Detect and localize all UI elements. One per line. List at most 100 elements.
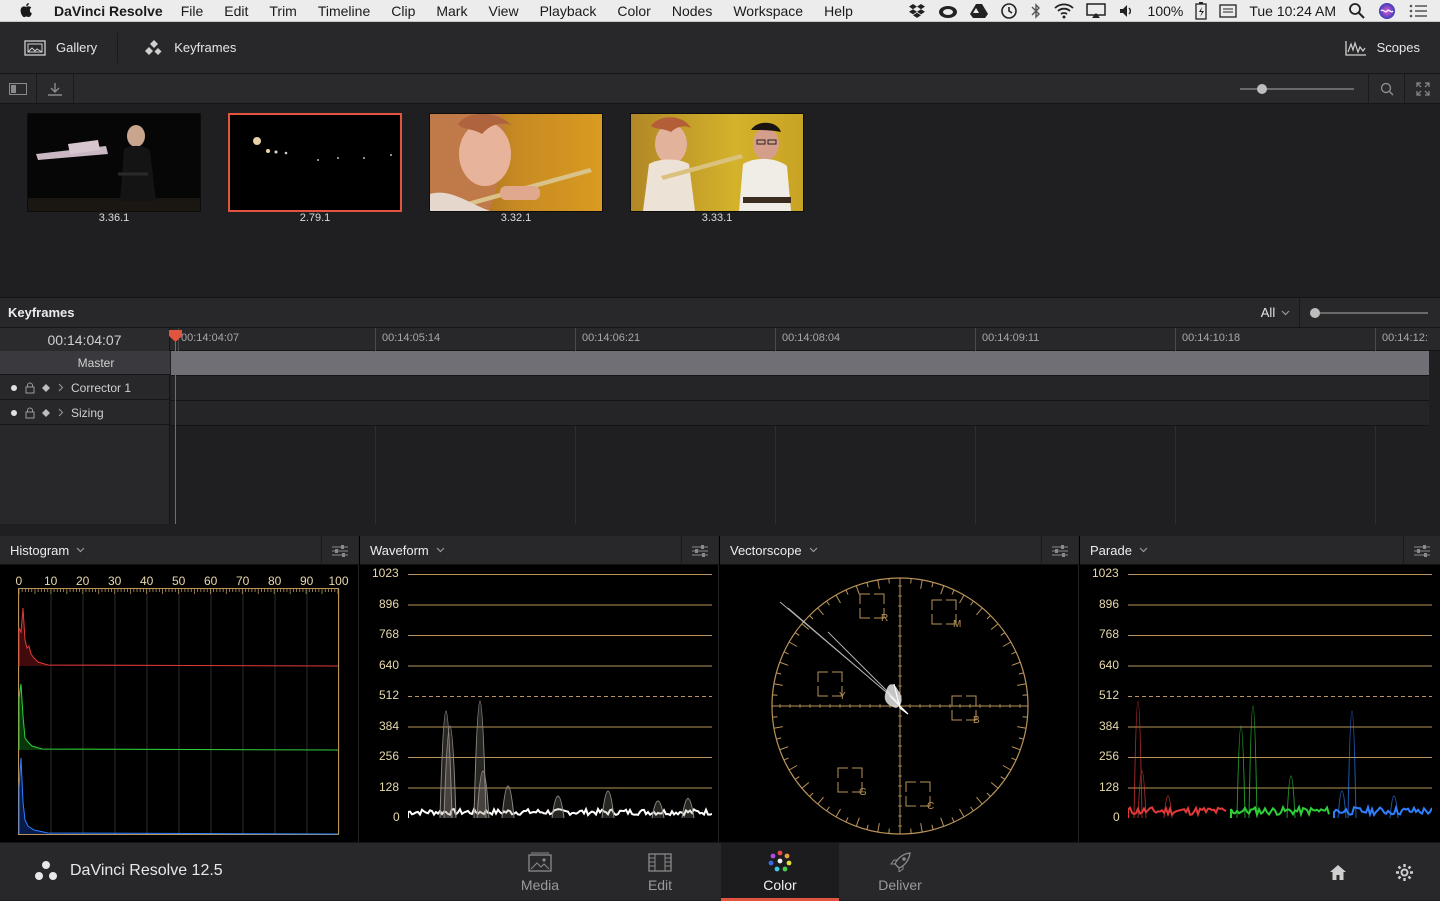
wifi-icon[interactable]	[1054, 3, 1074, 19]
page-tab-color[interactable]: Color	[721, 843, 839, 901]
notification-center-icon[interactable]	[1408, 3, 1428, 19]
settings-gear-icon[interactable]	[1395, 863, 1414, 882]
histogram-tick-label: 30	[108, 574, 121, 588]
waveform-title-dropdown[interactable]: Waveform	[370, 543, 445, 558]
keyframe-diamond-icon[interactable]	[42, 409, 50, 417]
still-thumbnail[interactable]	[27, 113, 201, 212]
still-thumbnail-selected[interactable]	[228, 113, 402, 212]
gallery-icon	[24, 40, 46, 56]
vectorscope-title-dropdown[interactable]: Vectorscope	[730, 543, 818, 558]
menu-playback[interactable]: Playback	[540, 3, 597, 19]
track-enable-dot-icon[interactable]	[11, 410, 17, 416]
vectorscope-tick	[867, 582, 868, 587]
menu-timeline[interactable]: Timeline	[318, 3, 370, 19]
page-tab-deliver[interactable]: Deliver	[841, 843, 959, 901]
gallery-expand-button[interactable]	[1404, 74, 1440, 103]
master-track-lane[interactable]	[171, 351, 1429, 376]
menu-help[interactable]: Help	[824, 3, 853, 19]
track-header-sizing[interactable]: Sizing	[0, 401, 170, 425]
airplay-icon[interactable]	[1086, 3, 1106, 19]
vectorscope-options-button[interactable]	[1041, 536, 1078, 565]
histogram-tick-label: 20	[76, 574, 89, 588]
menu-edit[interactable]: Edit	[224, 3, 248, 19]
gallery-search-button[interactable]	[1368, 74, 1404, 103]
histogram-tick-label: 100	[329, 574, 349, 588]
track-enable-dot-icon[interactable]	[11, 385, 17, 391]
keyframes-zoom-slider-knob[interactable]	[1310, 308, 1320, 318]
vectorscope-tick	[976, 797, 982, 804]
vectorscope-tick	[1019, 673, 1024, 674]
corrector-track-lane[interactable]	[171, 376, 1429, 401]
siri-icon[interactable]	[1378, 2, 1396, 20]
google-drive-icon[interactable]	[970, 3, 988, 19]
volume-icon[interactable]	[1118, 3, 1136, 19]
gallery-zoom-slider-knob[interactable]	[1257, 84, 1267, 94]
page-tab-edit[interactable]: Edit	[601, 843, 719, 901]
vectorscope-tick	[789, 766, 797, 771]
scopes-button[interactable]: Scopes	[1345, 22, 1420, 73]
keyframe-diamond-icon[interactable]	[42, 384, 50, 392]
creative-cloud-icon[interactable]	[938, 3, 958, 19]
app-name-menu[interactable]: DaVinci Resolve	[54, 3, 163, 19]
menu-nodes[interactable]: Nodes	[672, 3, 712, 19]
bluetooth-icon[interactable]	[1030, 3, 1042, 19]
track-header-corrector[interactable]: Corrector 1	[0, 376, 170, 400]
histogram-title-dropdown[interactable]: Histogram	[10, 543, 85, 558]
keyframes-button[interactable]: Keyframes	[144, 22, 236, 73]
chevron-down-icon	[436, 547, 445, 553]
sidebar-toggle-button[interactable]	[0, 74, 37, 103]
expand-icon	[1416, 82, 1430, 96]
histogram-options-button[interactable]	[321, 536, 358, 565]
menu-clip[interactable]: Clip	[391, 3, 415, 19]
vectorscope-tick	[802, 782, 809, 788]
menu-color[interactable]: Color	[617, 3, 650, 19]
input-menu-icon[interactable]	[1219, 3, 1237, 19]
page-tab-media[interactable]: Media	[481, 843, 599, 901]
waveform-options-button[interactable]	[681, 536, 718, 565]
chevron-down-icon	[809, 547, 818, 553]
menu-trim[interactable]: Trim	[269, 3, 296, 19]
home-icon[interactable]	[1329, 864, 1347, 881]
scope-y-tick-label: 256	[1099, 749, 1119, 763]
playhead[interactable]	[175, 332, 176, 524]
vectorscope-tick	[1012, 747, 1020, 750]
still-thumbnail[interactable]	[630, 113, 804, 212]
menu-mark[interactable]: Mark	[436, 3, 467, 19]
still-label: 3.33.1	[630, 212, 804, 224]
menu-file[interactable]: File	[181, 3, 204, 19]
dropbox-icon[interactable]	[908, 3, 926, 19]
battery-icon[interactable]	[1195, 2, 1207, 20]
parade-options-button[interactable]	[1403, 536, 1440, 565]
time-machine-icon[interactable]	[1000, 2, 1018, 20]
menu-view[interactable]: View	[488, 3, 518, 19]
vectorscope-tick	[932, 582, 933, 587]
keyframes-zoom-slider[interactable]	[1315, 312, 1428, 314]
menubar-clock[interactable]: Tue 10:24 AM	[1249, 3, 1336, 19]
chevron-right-icon[interactable]	[58, 383, 64, 392]
track-header-master[interactable]: Master	[0, 351, 170, 375]
vectorscope-tick	[774, 684, 783, 686]
ruler-label: 00:14:10:18	[1182, 332, 1240, 344]
scopes-icon	[1345, 40, 1367, 56]
import-still-button[interactable]	[37, 74, 74, 103]
apple-menu-icon[interactable]	[0, 3, 54, 19]
menu-workspace[interactable]: Workspace	[733, 3, 803, 19]
vectorscope-tick	[991, 624, 998, 630]
keyframes-filter-dropdown[interactable]: All	[1252, 298, 1300, 327]
vectorscope-tick	[789, 642, 797, 647]
scope-y-tick-label: 384	[379, 719, 399, 733]
ruler-label: 00:14:06:21	[582, 332, 640, 344]
lock-icon[interactable]	[25, 407, 35, 419]
histogram-header: Histogram	[0, 536, 358, 565]
sizing-track-lane[interactable]	[171, 401, 1429, 426]
color-page-toolbar: Gallery Keyframes Scopes	[0, 22, 1440, 74]
gallery-button[interactable]: Gallery	[24, 22, 97, 73]
parade-title-dropdown[interactable]: Parade	[1090, 543, 1148, 558]
playhead-handle-icon[interactable]	[169, 330, 182, 342]
gallery-zoom-slider[interactable]	[1240, 88, 1354, 90]
spotlight-icon[interactable]	[1348, 2, 1366, 20]
chevron-right-icon[interactable]	[58, 408, 64, 417]
timecode-ruler[interactable]: 00:14:04:07 00:14:05:14 00:14:06:21 00:1…	[170, 328, 1440, 351]
still-thumbnail[interactable]	[429, 113, 603, 212]
lock-icon[interactable]	[25, 382, 35, 394]
